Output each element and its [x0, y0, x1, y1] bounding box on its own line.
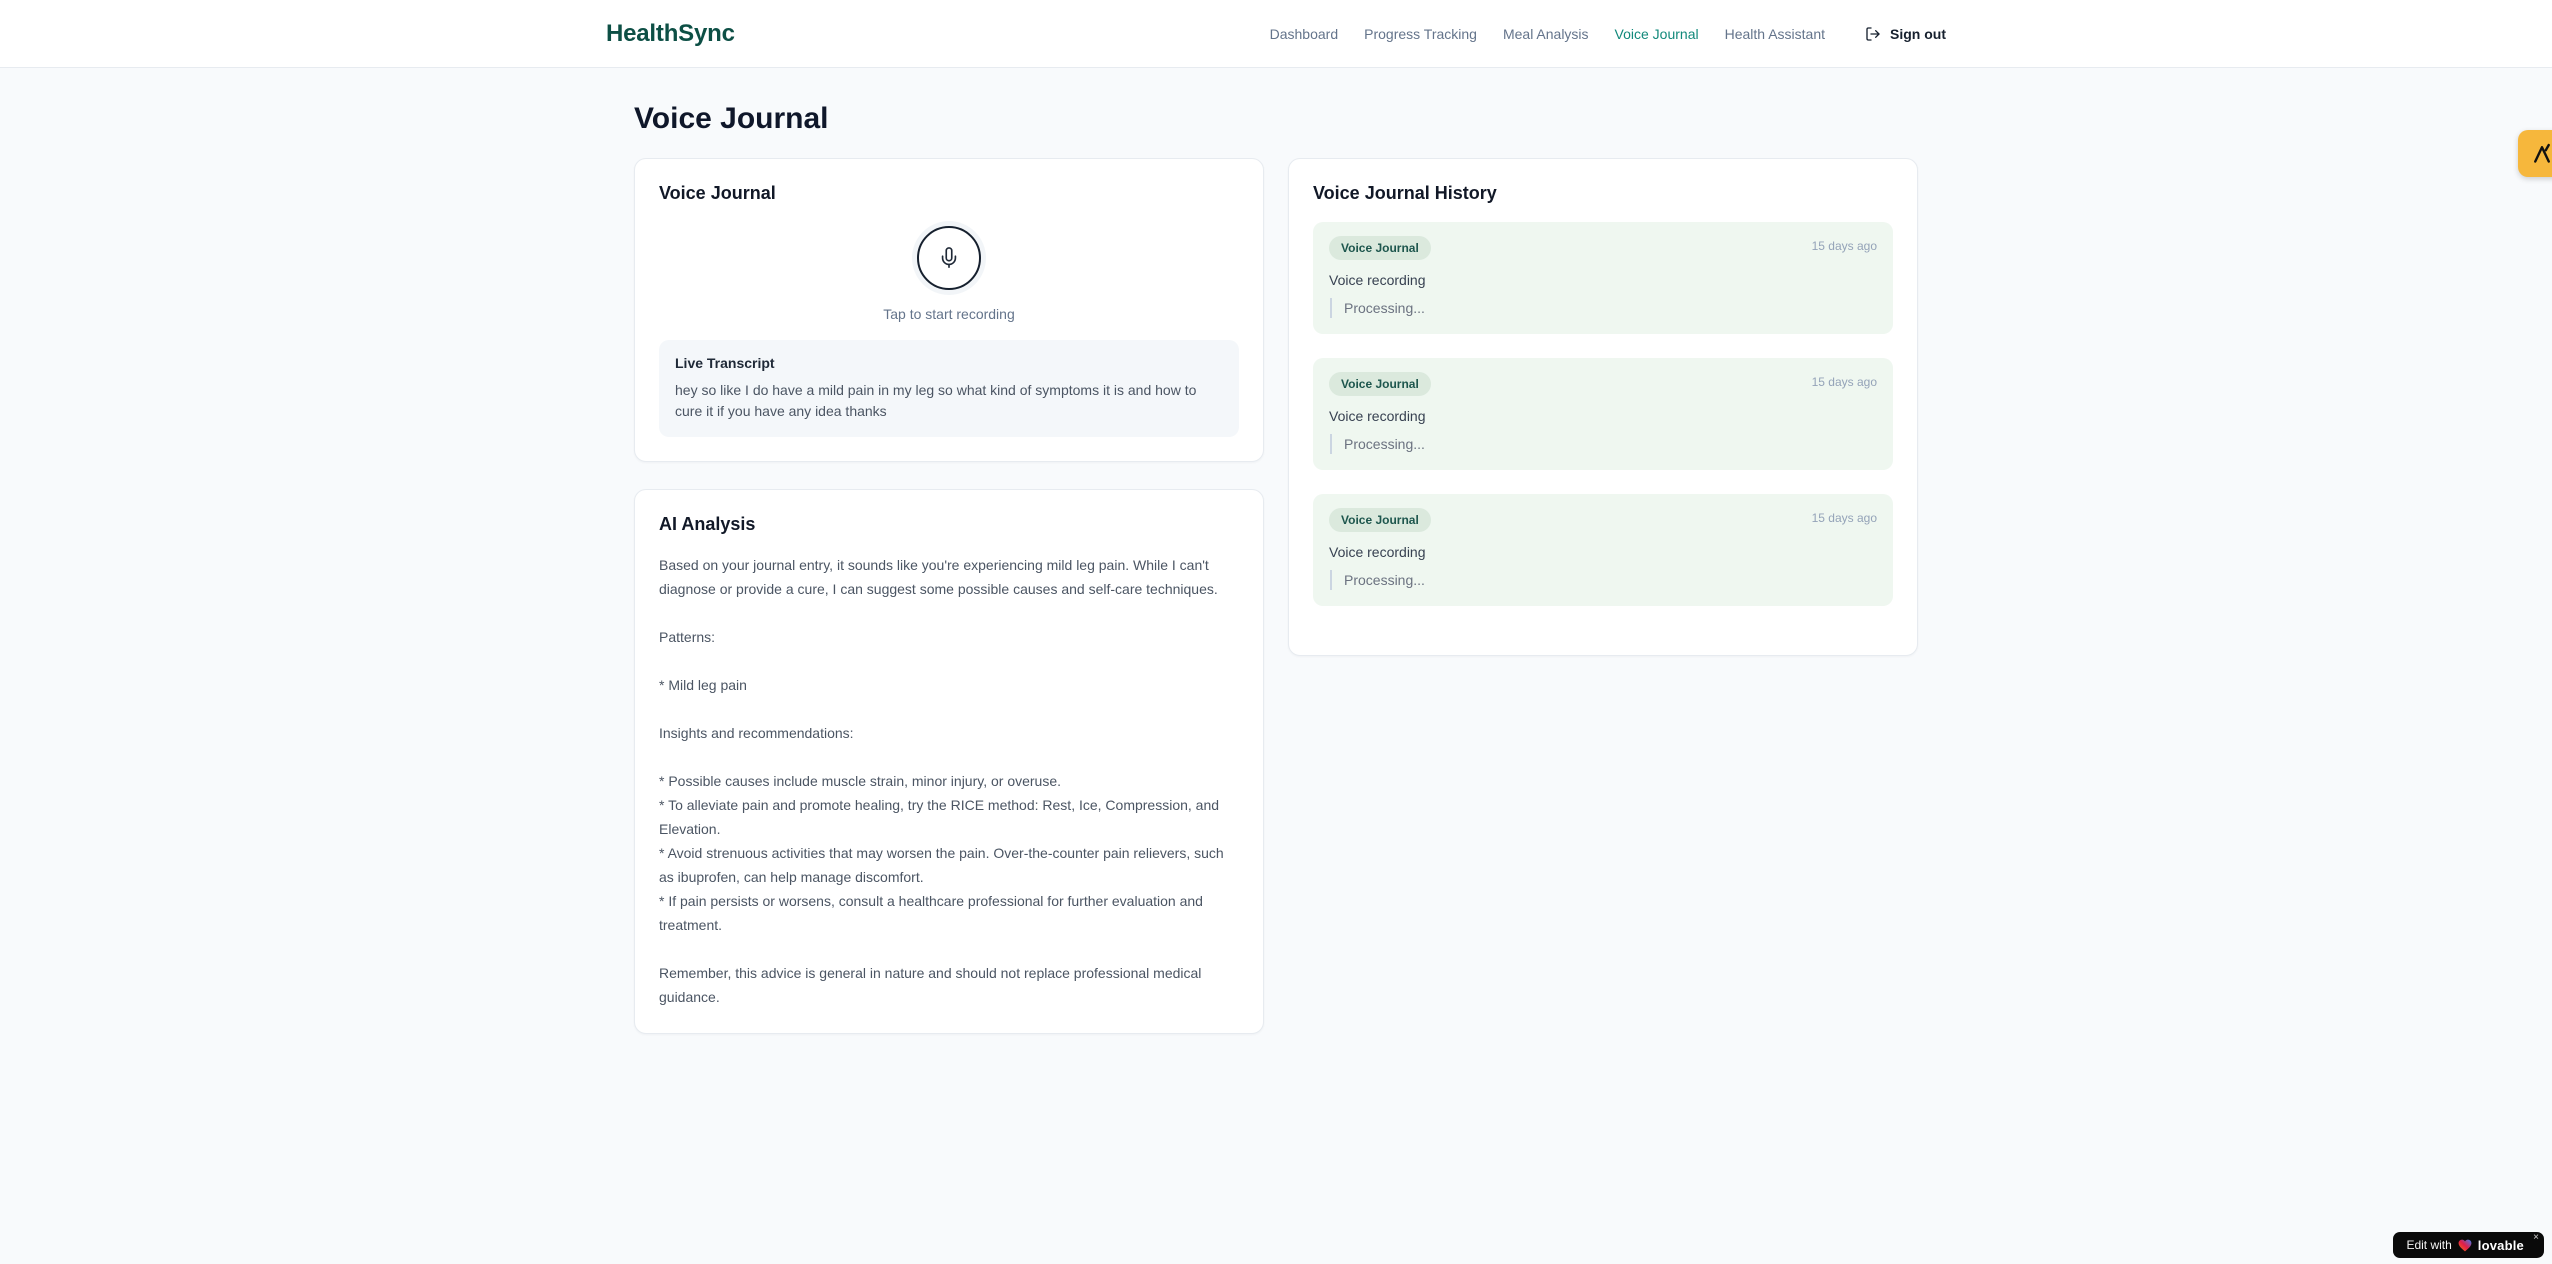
- logout-icon: [1865, 26, 1881, 42]
- nav-item-health-assistant[interactable]: Health Assistant: [1725, 26, 1825, 42]
- entry-type-badge: Voice Journal: [1329, 372, 1431, 396]
- side-floating-button[interactable]: [2518, 130, 2552, 177]
- history-entry[interactable]: Voice Journal 15 days ago Voice recordin…: [1313, 222, 1893, 334]
- entry-timestamp: 15 days ago: [1811, 239, 1877, 253]
- edit-with-lovable-badge[interactable]: Edit with lovable ×: [2393, 1232, 2544, 1258]
- nav-item-progress-tracking[interactable]: Progress Tracking: [1364, 26, 1477, 42]
- history-entry[interactable]: Voice Journal 15 days ago Voice recordin…: [1313, 358, 1893, 470]
- entry-timestamp: 15 days ago: [1811, 511, 1877, 525]
- entry-status: Processing...: [1330, 298, 1877, 318]
- ai-analysis-card: AI Analysis Based on your journal entry,…: [634, 489, 1264, 1034]
- gradient-heart-icon: [2458, 1239, 2472, 1252]
- ai-analysis-title: AI Analysis: [659, 514, 756, 534]
- edit-badge-prefix: Edit with: [2406, 1238, 2452, 1252]
- recorder-card-title: Voice Journal: [659, 183, 776, 203]
- nav-item-dashboard[interactable]: Dashboard: [1270, 26, 1339, 42]
- entry-status: Processing...: [1330, 570, 1877, 590]
- edit-badge-brand: lovable: [2477, 1237, 2524, 1253]
- entry-type-badge: Voice Journal: [1329, 236, 1431, 260]
- nav-item-voice-journal[interactable]: Voice Journal: [1615, 26, 1699, 42]
- voice-recorder-card: Voice Journal Tap to start recording Liv…: [634, 158, 1264, 462]
- top-navbar: HealthSync Dashboard Progress Tracking M…: [0, 0, 2552, 68]
- history-list: Voice Journal 15 days ago Voice recordin…: [1313, 222, 1893, 606]
- live-transcript-box: Live Transcript hey so like I do have a …: [659, 340, 1239, 437]
- entry-timestamp: 15 days ago: [1811, 375, 1877, 389]
- ai-analysis-body: Based on your journal entry, it sounds l…: [659, 557, 1224, 1005]
- nav-item-meal-analysis[interactable]: Meal Analysis: [1503, 26, 1589, 42]
- voice-journal-history-card: Voice Journal History Voice Journal 15 d…: [1288, 158, 1918, 656]
- entry-title: Voice recording: [1329, 544, 1426, 560]
- entry-title: Voice recording: [1329, 272, 1426, 288]
- entry-status: Processing...: [1330, 434, 1877, 454]
- sign-out-button[interactable]: Sign out: [1865, 26, 1946, 42]
- entry-title: Voice recording: [1329, 408, 1426, 424]
- main-content: Voice Journal Voice Journal Tap to start…: [634, 68, 1918, 1034]
- left-column: Voice Journal Tap to start recording Liv…: [634, 158, 1264, 1034]
- main-nav: Dashboard Progress Tracking Meal Analysi…: [1270, 26, 1946, 42]
- history-card-title: Voice Journal History: [1313, 183, 1497, 203]
- app-logo[interactable]: HealthSync: [606, 20, 735, 48]
- history-entry[interactable]: Voice Journal 15 days ago Voice recordin…: [1313, 494, 1893, 606]
- microphone-icon: [938, 247, 960, 269]
- lovable-caret-icon: [2530, 142, 2552, 166]
- entry-type-badge: Voice Journal: [1329, 508, 1431, 532]
- page-title: Voice Journal: [634, 102, 829, 135]
- tap-to-record-hint: Tap to start recording: [883, 306, 1015, 322]
- record-button[interactable]: [917, 226, 981, 290]
- sign-out-label: Sign out: [1890, 25, 1946, 42]
- close-icon[interactable]: ×: [2533, 1233, 2539, 1243]
- right-column: Voice Journal History Voice Journal 15 d…: [1288, 158, 1918, 656]
- live-transcript-title: Live Transcript: [675, 355, 775, 371]
- live-transcript-text: hey so like I do have a mild pain in my …: [675, 382, 1197, 419]
